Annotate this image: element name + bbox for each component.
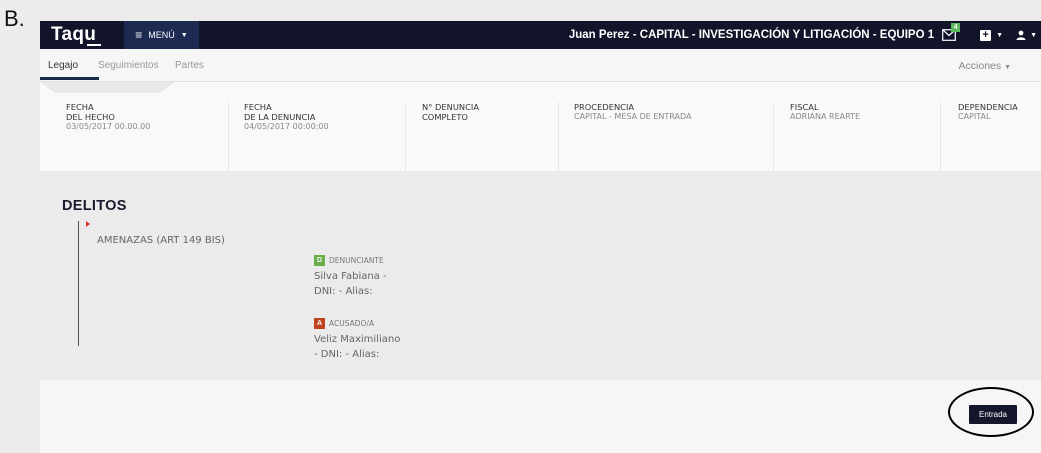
party-id: - DNI: - Alias: [314,349,380,360]
timeline-line [78,221,79,346]
party-header: D DENUNCIANTE [314,255,387,266]
top-navbar: Taqu ≡ MENÚ ▼ Juan Perez - CAPITAL - INV… [40,21,1041,49]
highlight-circle [948,387,1034,437]
acciones-label: Acciones [958,60,1002,72]
party-role: ACUSADO/A [329,319,375,328]
timeline-marker-icon [86,221,90,227]
party-role: DENUNCIANTE [329,256,384,265]
info-dependencia: DEPENDENCIA CAPITAL [940,102,1041,171]
party-acusado: A ACUSADO/A Veliz Maximiliano - DNI: - A… [314,318,400,362]
party-name: Veliz Maximiliano [314,334,401,345]
notifications-button[interactable]: 4 [942,23,961,42]
tab-partes[interactable]: Partes [175,60,204,71]
active-tab-indicator [40,77,99,80]
user-context-title: Juan Perez - CAPITAL - INVESTIGACIÓN Y L… [568,29,935,41]
info-procedencia: PROCEDENCIA CAPITAL - MESA DE ENTRADA [558,102,773,171]
case-summary: FECHA DEL HECHO 03/05/2017 00.00.00 FECHA… [40,82,1041,171]
party-id: DNI: - Alias: [314,286,373,297]
info-value: ADRIANA REARTE [790,112,861,121]
user-menu-button[interactable]: ▼ [1016,30,1037,40]
app-window: Taqu ≡ MENÚ ▼ Juan Perez - CAPITAL - INV… [40,21,1041,453]
info-value: 03/05/2017 00.00.00 [66,122,151,131]
party-name: Silva Fabiana - [314,271,387,282]
info-label: FECHA DEL HECHO [66,102,115,122]
menu-button-label: MENÚ [148,30,175,40]
info-value: CAPITAL - MESA DE ENTRADA [574,112,692,121]
info-label: FECHA DE LA DENUNCIA [244,102,316,122]
section-title: DELITOS [62,198,127,214]
tab-legajo[interactable]: Legajo [48,60,78,71]
user-icon [1016,30,1026,40]
role-badge: A [314,318,325,329]
acciones-dropdown[interactable]: Acciones ▼ [959,60,1011,72]
info-nro-denuncia: N° DENUNCIA COMPLETO [405,102,558,171]
figure-label: B. [4,6,25,31]
plus-square-icon: + [980,29,992,41]
menu-bars-icon: ≡ [135,28,143,42]
delitos-section: DELITOS AMENAZAS (ART 149 BIS) D DENUNCI… [40,171,1041,380]
logo-underline [87,44,101,46]
info-label: N° DENUNCIA COMPLETO [422,102,480,122]
info-label: PROCEDENCIA [574,102,635,112]
party-details: Silva Fabiana - DNI: - Alias: [314,269,387,299]
chevron-down-icon: ▼ [180,31,188,39]
tab-seguimientos[interactable]: Seguimientos [98,60,159,71]
footer-area [40,380,1041,453]
create-new-button[interactable]: + ▼ [980,29,1004,41]
info-label: FISCAL [790,102,819,112]
menu-button[interactable]: ≡ MENÚ ▼ [124,21,199,49]
info-label: DEPENDENCIA [958,102,1018,112]
party-details: Veliz Maximiliano - DNI: - Alias: [314,332,400,362]
info-fecha-hecho: FECHA DEL HECHO 03/05/2017 00.00.00 [66,102,226,171]
tab-bar: Legajo Seguimientos Partes Acciones ▼ [40,49,1041,82]
party-denunciante: D DENUNCIANTE Silva Fabiana - DNI: - Ali… [314,255,387,299]
info-value: CAPITAL [958,112,991,121]
chevron-down-icon: ▼ [1004,64,1011,71]
collapsed-tab-shape [40,82,175,93]
info-fiscal: FISCAL ADRIANA REARTE [773,102,940,171]
party-header: A ACUSADO/A [314,318,400,329]
role-badge: D [314,255,325,266]
info-fecha-denuncia: FECHA DE LA DENUNCIA 04/05/2017 00:00:00 [228,102,405,171]
logo[interactable]: Taqu [51,24,96,46]
delito-name: AMENAZAS (ART 149 BIS) [97,235,225,246]
notification-badge: 4 [951,23,961,32]
chevron-down-icon: ▼ [996,31,1004,39]
chevron-down-icon: ▼ [1030,31,1037,39]
info-value: 04/05/2017 00:00:00 [244,122,329,131]
